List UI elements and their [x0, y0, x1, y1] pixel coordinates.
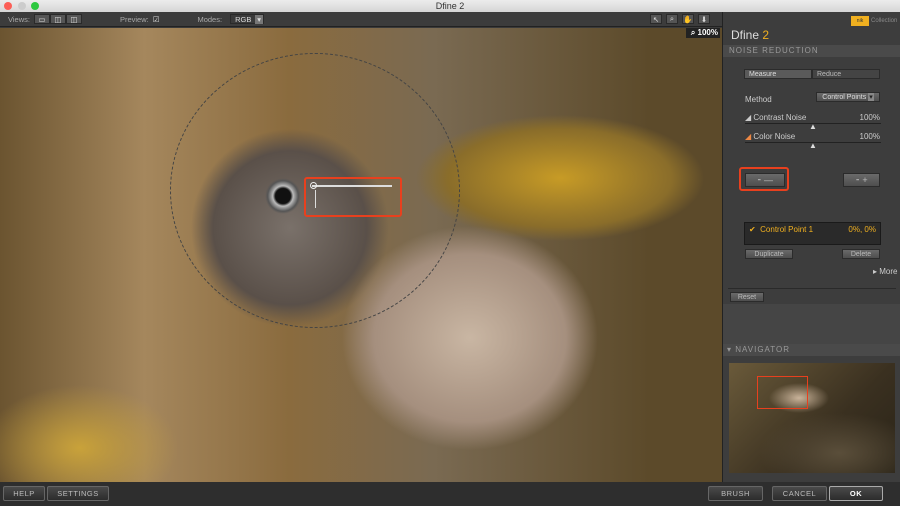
modes-label: Modes:	[197, 14, 223, 24]
image-canvas[interactable]: ⌕ 100%	[0, 28, 722, 482]
section-header: NOISE REDUCTION	[723, 45, 900, 57]
split-view-icon[interactable]: ◫	[49, 14, 66, 24]
bottom-bar: HELP SETTINGS BRUSH CANCEL OK	[0, 482, 900, 506]
slider-handle-icon[interactable]: ▲	[809, 141, 817, 150]
app-title: Dfine 2	[731, 28, 770, 42]
settings-button[interactable]: SETTINGS	[47, 486, 109, 501]
title-bar: Dfine 2	[0, 0, 900, 12]
navigator-thumbnail[interactable]	[729, 363, 895, 473]
preview-label: Preview:	[119, 14, 149, 24]
zoom-level: ⌕ 100%	[686, 28, 720, 38]
mode-select[interactable]: RGB ▾	[230, 14, 265, 24]
zoom-icon[interactable]: ⌕	[666, 14, 678, 24]
help-button[interactable]: HELP	[3, 486, 45, 501]
more-link[interactable]: ▸ More	[873, 267, 897, 276]
loupe-icon[interactable]: ⬇	[698, 14, 710, 24]
single-view-icon[interactable]: ▭	[33, 14, 50, 24]
contrast-noise-value: 100%	[859, 113, 880, 122]
cancel-button[interactable]: CANCEL	[772, 486, 827, 501]
navigator-viewport[interactable]	[757, 376, 808, 409]
nik-logo: nik	[851, 16, 869, 26]
chevron-down-icon: ▾	[868, 93, 874, 101]
control-point-list: ✔ Control Point 1 0%, 0%	[744, 222, 881, 245]
reset-button[interactable]: Reset	[730, 292, 764, 302]
checkbox-icon[interactable]: ✔	[749, 225, 756, 234]
pointer-icon[interactable]: ↖	[650, 14, 662, 24]
preview-checkbox[interactable]: ☑	[153, 15, 160, 24]
side-view-icon[interactable]: ◫	[65, 14, 82, 24]
tab-measure[interactable]: Measure	[744, 69, 812, 79]
chevron-down-icon: ▾	[255, 14, 264, 24]
ok-button[interactable]: OK	[829, 486, 883, 501]
hand-icon[interactable]: ✋	[682, 14, 694, 24]
highlight-remove	[739, 167, 789, 191]
side-panel: nik Collection Dfine 2 NOISE REDUCTION M…	[722, 12, 900, 482]
bird-eye	[265, 178, 301, 214]
method-value: Control Points	[822, 93, 867, 101]
add-control-point-button[interactable]: ⁃ +	[843, 173, 880, 187]
zoom-icon: ⌕	[690, 28, 696, 37]
window-title: Dfine 2	[435, 1, 465, 11]
color-noise-value: 100%	[859, 132, 880, 141]
divider	[728, 288, 896, 289]
panel-spacer	[723, 304, 900, 344]
list-item[interactable]: ✔ Control Point 1 0%, 0%	[745, 223, 880, 236]
toolbar: Views: ▭ ◫ ◫ Preview: ☑ Modes: RGB ▾ ↖ ⌕ …	[0, 12, 722, 27]
minimize-icon[interactable]	[18, 2, 26, 10]
logo-collection: Collection	[871, 18, 898, 24]
color-noise-label: ◢ Color Noise	[745, 132, 796, 141]
method-label: Method	[745, 95, 772, 104]
navigator-header[interactable]: ▾ NAVIGATOR	[723, 344, 900, 356]
zoom-value: 100%	[697, 28, 718, 37]
slider-handle-icon[interactable]: ▲	[809, 122, 817, 131]
maximize-icon[interactable]	[31, 2, 39, 10]
duplicate-button[interactable]: Duplicate	[745, 249, 793, 259]
contrast-noise-label: ◢ Contrast Noise	[745, 113, 807, 122]
brush-button[interactable]: BRUSH	[708, 486, 763, 501]
close-icon[interactable]	[4, 2, 12, 10]
mode-value: RGB	[235, 14, 252, 24]
delete-button[interactable]: Delete	[842, 249, 880, 259]
views-label: Views:	[8, 14, 30, 24]
tab-reduce[interactable]: Reduce	[812, 69, 880, 79]
method-select[interactable]: Control Points ▾	[816, 92, 880, 102]
highlight-control-point	[304, 177, 402, 217]
